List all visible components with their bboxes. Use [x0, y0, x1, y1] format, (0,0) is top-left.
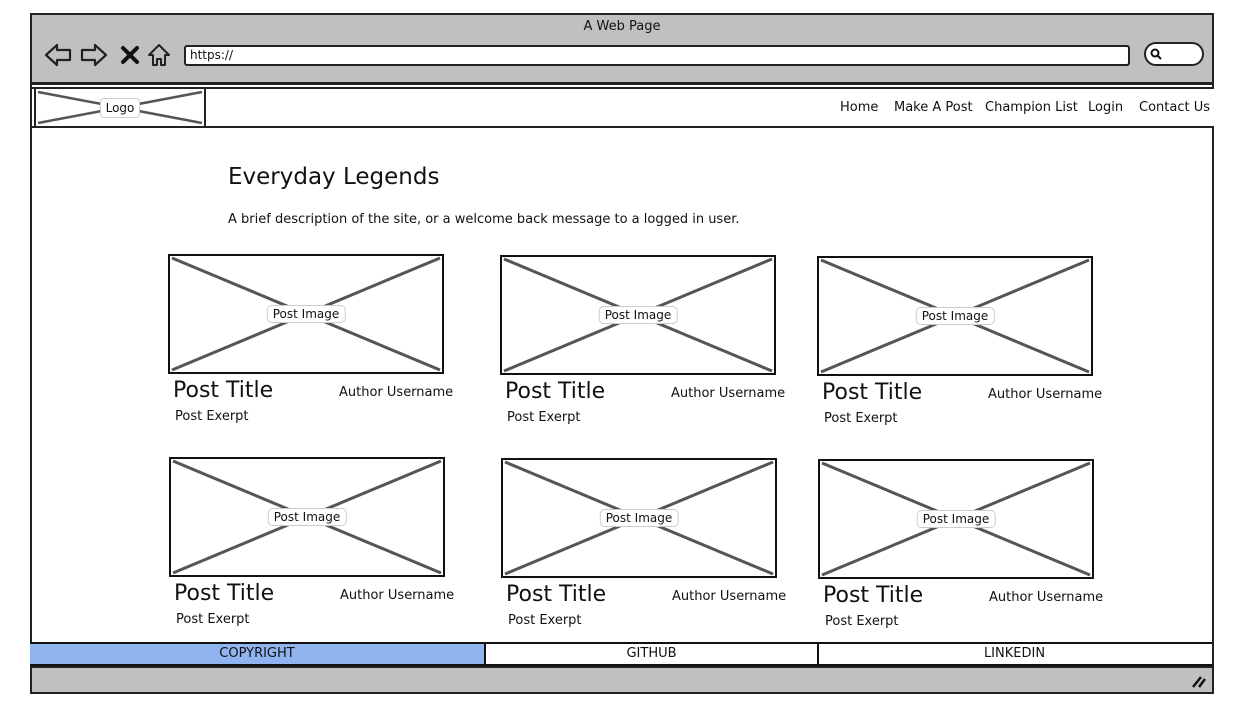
post-title[interactable]: Post Title	[822, 380, 922, 405]
post-title[interactable]: Post Title	[173, 378, 273, 403]
post-image-label: Post Image	[598, 306, 678, 324]
post-author[interactable]: Author Username	[340, 588, 454, 603]
post-author[interactable]: Author Username	[339, 385, 453, 400]
post-image[interactable]: Post Image	[818, 459, 1094, 579]
post-image[interactable]: Post Image	[168, 254, 444, 374]
post-excerpt: Post Exerpt	[175, 409, 249, 424]
post-title[interactable]: Post Title	[174, 581, 274, 606]
back-arrow-icon	[44, 43, 72, 67]
post-image[interactable]: Post Image	[817, 256, 1093, 376]
post-image[interactable]: Post Image	[500, 255, 776, 375]
post-title[interactable]: Post Title	[823, 583, 923, 608]
home-icon	[148, 44, 170, 66]
post-image-label: Post Image	[267, 508, 347, 526]
post-excerpt: Post Exerpt	[176, 612, 250, 627]
post-card[interactable]: Post Image Post Title Author Username Post …	[168, 254, 453, 432]
post-card[interactable]: Post Image Post Title Author Username Post …	[501, 458, 786, 636]
browser-toolbar: A Web Page https://	[30, 13, 1214, 85]
post-image-label: Post Image	[915, 307, 995, 325]
post-image-label: Post Image	[266, 305, 346, 323]
post-card[interactable]: Post Image Post Title Author Username Post …	[169, 457, 454, 635]
logo-label: Logo	[100, 98, 140, 118]
page-description: A brief description of the site, or a we…	[228, 212, 740, 227]
url-bar[interactable]: https://	[184, 45, 1130, 66]
search-icon	[1150, 48, 1162, 60]
post-image-label: Post Image	[916, 510, 996, 528]
back-button[interactable]	[44, 41, 72, 69]
forward-arrow-icon	[80, 43, 108, 67]
resize-grip-icon[interactable]	[1190, 674, 1206, 688]
nav-login[interactable]: Login	[1088, 100, 1123, 115]
post-card[interactable]: Post Image Post Title Author Username Post …	[500, 255, 785, 433]
post-excerpt: Post Exerpt	[825, 614, 899, 629]
footer-copyright[interactable]: COPYRIGHT	[30, 644, 486, 664]
post-author[interactable]: Author Username	[989, 590, 1103, 605]
site-footer: COPYRIGHT GITHUB LINKEDIN	[30, 642, 1212, 666]
post-image[interactable]: Post Image	[169, 457, 445, 577]
post-title[interactable]: Post Title	[505, 379, 605, 404]
post-excerpt: Post Exerpt	[824, 411, 898, 426]
post-image-label: Post Image	[599, 509, 679, 527]
post-excerpt: Post Exerpt	[507, 410, 581, 425]
post-card[interactable]: Post Image Post Title Author Username Post …	[818, 459, 1103, 637]
nav-home[interactable]: Home	[840, 100, 878, 115]
post-title[interactable]: Post Title	[506, 582, 606, 607]
post-excerpt: Post Exerpt	[508, 613, 582, 628]
nav-contact-us[interactable]: Contact Us	[1139, 100, 1210, 115]
page-title: Everyday Legends	[228, 164, 440, 190]
nav-make-a-post[interactable]: Make A Post	[894, 100, 973, 115]
post-author[interactable]: Author Username	[671, 386, 785, 401]
post-author[interactable]: Author Username	[672, 589, 786, 604]
forward-button[interactable]	[80, 41, 108, 69]
footer-github-link[interactable]: GITHUB	[486, 644, 819, 664]
logo[interactable]: Logo	[34, 87, 206, 128]
window-title: A Web Page	[583, 19, 661, 34]
footer-linkedin-link[interactable]: LINKEDIN	[819, 644, 1210, 664]
home-button[interactable]	[145, 41, 173, 69]
post-image[interactable]: Post Image	[501, 458, 777, 578]
search-button[interactable]	[1144, 42, 1204, 66]
nav-champion-list[interactable]: Champion List	[985, 100, 1078, 115]
stop-button[interactable]	[116, 41, 144, 69]
close-icon	[121, 46, 139, 64]
browser-status-bar	[30, 666, 1214, 694]
post-author[interactable]: Author Username	[988, 387, 1102, 402]
post-card[interactable]: Post Image Post Title Author Username Post …	[817, 256, 1102, 434]
